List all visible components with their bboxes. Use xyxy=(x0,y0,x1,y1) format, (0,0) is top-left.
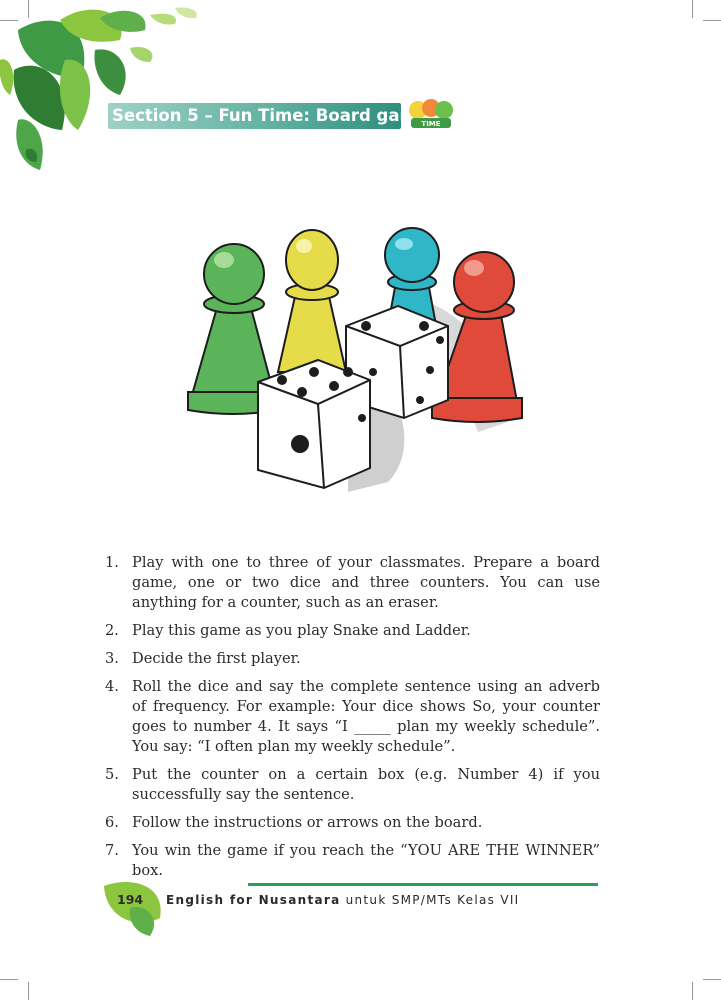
list-item: 2. Play this game as you play Snake and L… xyxy=(105,621,600,641)
yellow-pawn xyxy=(276,229,348,373)
section-label: Section 5 – Fun Time: xyxy=(112,106,316,125)
footer-rule xyxy=(248,883,598,886)
list-text: Follow the instructions or arrows on the… xyxy=(132,814,483,831)
list-number: 1. xyxy=(105,554,119,571)
page-number: 194 xyxy=(117,892,144,907)
front-die xyxy=(257,358,371,490)
list-text: Play this game as you play Snake and Lad… xyxy=(132,622,471,639)
crop-mark xyxy=(692,982,693,1000)
board-game-pieces-illustration xyxy=(187,227,523,492)
list-item: 6. Follow the instructions or arrows on t… xyxy=(105,813,600,833)
crop-mark xyxy=(703,20,721,21)
book-title-line: English for Nusantara untuk SMP/MTs Kela… xyxy=(166,893,520,907)
list-text: Play with one to three of your classmate… xyxy=(132,554,600,611)
list-text: Roll the dice and say the complete sente… xyxy=(132,678,600,755)
list-text: Decide the first player. xyxy=(132,650,301,667)
list-number: 7. xyxy=(105,842,119,859)
list-number: 2. xyxy=(105,622,119,639)
section-title: Section 5 – Fun Time: Board game xyxy=(112,104,428,128)
list-number: 5. xyxy=(105,766,119,783)
list-item: 7. You win the game if you reach the “YOU… xyxy=(105,841,600,881)
game-rules-list: 1. Play with one to three of your classma… xyxy=(105,553,600,889)
fun-time-badge-icon: TIME xyxy=(409,99,453,128)
leaf-decoration xyxy=(0,7,197,170)
list-item: 1. Play with one to three of your classma… xyxy=(105,553,600,613)
crop-mark xyxy=(28,982,29,1000)
list-item: 5. Put the counter on a certain box (e.g.… xyxy=(105,765,600,805)
list-number: 6. xyxy=(105,814,119,831)
book-title: English for Nusantara xyxy=(166,893,341,907)
list-number: 4. xyxy=(105,678,119,695)
book-subtitle: untuk SMP/MTs Kelas VII xyxy=(340,893,520,907)
footer-leaf-icon xyxy=(104,881,161,936)
crop-mark xyxy=(703,979,721,980)
list-item: 4. Roll the dice and say the complete sen… xyxy=(105,677,600,757)
list-text: You win the game if you reach the “YOU A… xyxy=(132,842,600,879)
svg-text:TIME: TIME xyxy=(421,120,440,128)
crop-mark xyxy=(0,979,18,980)
crop-mark xyxy=(692,0,693,18)
list-item: 3. Decide the first player. xyxy=(105,649,600,669)
list-number: 3. xyxy=(105,650,119,667)
list-text: Put the counter on a certain box (e.g. N… xyxy=(132,766,600,803)
